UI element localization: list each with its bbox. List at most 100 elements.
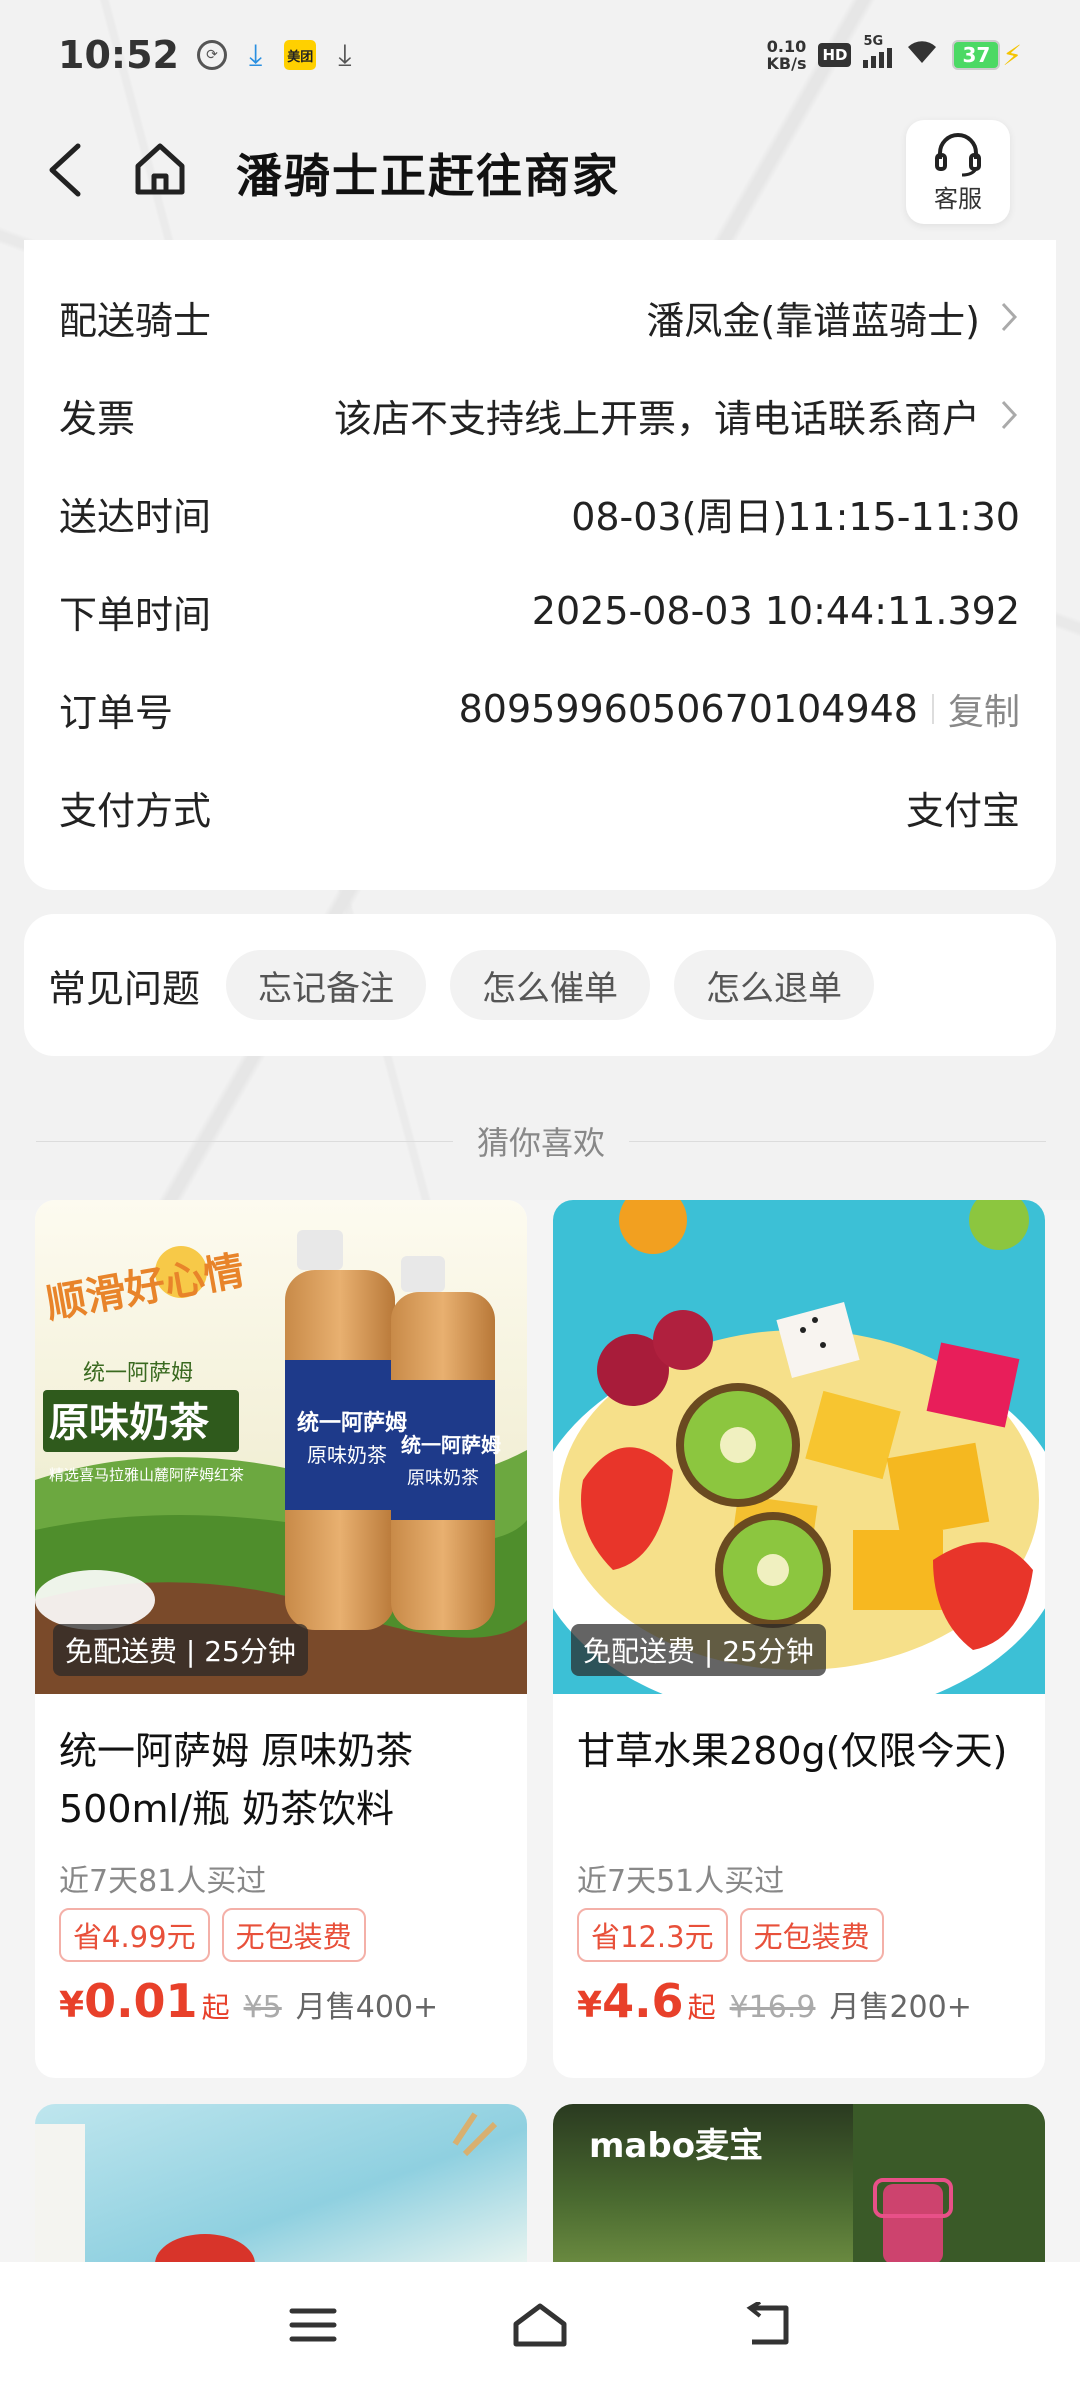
download-icon: ⤓ [338,37,352,73]
meituan-app-icon: 美团 [284,40,317,70]
price-symbol: ¥ [577,1985,603,2026]
promo-text: 统一阿萨姆 [83,1361,193,1386]
system-nav-bar [0,2262,1080,2388]
delivery-tag: 免配送费 | 25分钟 [53,1624,308,1676]
divider [931,694,934,724]
order-number-label: 订单号 [59,690,174,735]
faq-chip-forgot-note[interactable]: 忘记备注 [226,950,427,1020]
invoice-label: 发票 [59,396,136,441]
product-image: 免配送费 | 25分钟 [553,1200,1045,1694]
price-row: ¥ 4.6 起 ¥16.9 月售200+ [577,1974,972,2028]
milk-tea-image: 统一阿萨姆 原味奶茶 统一阿萨姆 原味奶茶 顺滑好心情 统一阿萨姆 原味奶茶 精… [35,1200,527,1694]
original-price: ¥16.9 [729,1990,816,2025]
fruit-bowl-image [553,1200,1045,1694]
rider-label: 配送骑士 [59,298,212,343]
download-icon: ⤓ [248,37,263,73]
faq-chip-refund[interactable]: 怎么退单 [674,950,875,1020]
promo-tags: 省4.99元 无包装费 [59,1908,366,1962]
back-arrow-icon [49,143,81,197]
menu-icon [289,2308,337,2342]
product-name: 甘草水果280g(仅限今天) [577,1729,1008,1773]
price-suffix: 起 [687,1991,716,2024]
faq-chip-urge-order[interactable]: 怎么催单 [450,950,651,1020]
recommend-title: 猜你喜欢 [477,1124,606,1162]
recent-buyers: 近7天51人买过 [577,1864,785,1899]
delivery-time-value: 08-03(周日)11:15-11:30 [571,494,1020,539]
home-icon [135,143,185,195]
bottle-label: 原味奶茶 [307,1443,387,1467]
rider-row[interactable]: 配送骑士 潘凤金(靠谱蓝骑士) [24,268,1056,366]
hd-icon: HD [818,43,852,67]
divider [629,1140,1047,1142]
order-time-value: 2025-08-03 10:44:11.392 [531,589,1020,633]
sync-icon: ⟳ [196,40,227,70]
signal-icon: 5G [863,34,893,68]
order-time-label: 下单时间 [59,592,212,637]
recommend-header: 猜你喜欢 [36,1116,1047,1166]
wifi-icon [904,37,940,73]
divider [36,1140,453,1142]
page-title: 潘骑士正赶往商家 [236,149,620,203]
charging-icon: ⚡ [1002,38,1022,72]
price-value: 4.6 [602,1974,684,2028]
delivery-time-label: 送达时间 [59,494,212,539]
recent-buyers: 近7天81人买过 [59,1864,267,1899]
menu-button[interactable] [278,2290,348,2360]
product-name: 统一阿萨姆 原味奶茶500ml/瓶 奶茶饮料 [59,1729,414,1831]
price-symbol: ¥ [59,1985,85,2026]
order-number-row: 订单号 8095996050670104948 复制 [24,660,1056,758]
order-number-value: 8095996050670104948 [458,687,918,731]
price-suffix: 起 [201,1991,230,2024]
promo-tags: 省12.3元 无包装费 [577,1908,884,1962]
status-time: 10:52 [58,33,179,77]
product-card[interactable]: 统一阿萨姆 原味奶茶 统一阿萨姆 原味奶茶 顺滑好心情 统一阿萨姆 原味奶茶 精… [35,1200,527,2078]
bottle-label: 统一阿萨姆 [297,1410,407,1436]
product-card[interactable]: 免配送费 | 25分钟 甘草水果280g(仅限今天) 近7天51人买过 省12.… [553,1200,1045,2078]
bottle-label: 原味奶茶 [407,1468,479,1489]
order-info-card: 配送骑士 潘凤金(靠谱蓝骑士) 发票 该店不支持线上开票，请电话联系商户 送达时… [24,240,1056,890]
bottle-label: 统一阿萨姆 [401,1433,501,1457]
product-image: 统一阿萨姆 原味奶茶 统一阿萨姆 原味奶茶 顺滑好心情 统一阿萨姆 原味奶茶 精… [35,1200,527,1694]
monthly-sales: 月售200+ [829,1990,972,2025]
system-back-button[interactable] [732,2290,802,2360]
order-time-row: 下单时间 2025-08-03 10:44:11.392 [24,562,1056,660]
home-icon [513,2303,567,2347]
customer-service-button[interactable]: 客服 [906,120,1010,224]
customer-service-label: 客服 [934,184,982,213]
no-packaging-fee-tag: 无包装费 [221,1908,366,1962]
payment-label: 支付方式 [59,788,212,833]
discount-tag: 省4.99元 [59,1908,210,1962]
product-image [35,2112,498,2264]
back-icon [746,2302,789,2345]
battery-icon: 37 ⚡ [952,39,1022,72]
payment-value: 支付宝 [905,788,1020,833]
chevron-right-icon [1001,400,1018,430]
copy-button[interactable]: 复制 [948,683,1020,735]
status-bar: 10:52 ⟳ ⤓ 美团 ⤓ 0.10 KB/s HD 5G 37 ⚡ [0,0,1080,110]
chevron-right-icon [1001,302,1018,332]
price-value: 0.01 [84,1974,198,2028]
headset-icon [935,132,981,176]
no-packaging-fee-tag: 无包装费 [739,1908,884,1962]
faq-title: 常见问题 [48,966,201,1011]
product-card[interactable] [35,2104,527,2264]
system-home-button[interactable] [505,2290,575,2360]
promo-text: 精选喜马拉雅山麓阿萨姆红茶 [49,1466,244,1484]
monthly-sales: 月售400+ [295,1990,439,2025]
price-row: ¥ 0.01 起 ¥5 月售400+ [59,1974,438,2028]
net-speed: 0.10 KB/s [766,37,807,73]
header: 潘骑士正赶往商家 客服 [0,120,1080,224]
rider-value: 潘凤金(靠谱蓝骑士) [646,298,980,343]
promo-text: 原味奶茶 [49,1400,210,1446]
payment-row: 支付方式 支付宝 [24,758,1056,856]
brand-logo: mabo麦宝 [589,2126,764,2166]
discount-tag: 省12.3元 [577,1908,728,1962]
faq-card: 常见问题 忘记备注 怎么催单 怎么退单 [24,914,1056,1056]
back-button[interactable] [36,138,96,202]
invoice-row[interactable]: 发票 该店不支持线上开票，请电话联系商户 [24,366,1056,464]
product-card[interactable]: mabo麦宝 [553,2104,1045,2264]
delivery-time-row: 送达时间 08-03(周日)11:15-11:30 [24,464,1056,562]
original-price: ¥5 [243,1990,282,2025]
invoice-value: 该店不支持线上开票，请电话联系商户 [333,396,980,441]
home-button[interactable] [128,136,192,200]
